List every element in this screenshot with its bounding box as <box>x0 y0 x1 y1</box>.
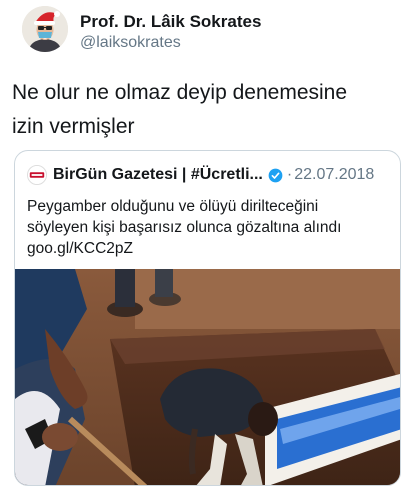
quoted-tweet-text: Peygamber olduğunu ve ölüyü dirilteceğin… <box>27 196 392 259</box>
verified-badge-icon <box>268 168 283 183</box>
tweet-text: Ne olur ne olmaz deyip denemesine izin v… <box>12 76 407 144</box>
quoted-link[interactable]: goo.gl/KCC2pZ <box>27 238 392 259</box>
quoted-tweet-card[interactable]: BirGün Gazetesi | #Ücretli... · 22.07.20… <box>14 150 401 486</box>
quoted-text-line: Peygamber olduğunu ve ölüyü dirilteceğin… <box>27 198 319 215</box>
quoted-date[interactable]: 22.07.2018 <box>294 166 374 184</box>
grave-scene-image <box>15 269 400 485</box>
quoted-media-image[interactable] <box>15 269 400 485</box>
santa-hat-avatar-icon <box>22 6 68 52</box>
quoted-source-name[interactable]: BirGün Gazetesi | #Ücretli... <box>53 166 263 184</box>
author-display-name[interactable]: Prof. Dr. Lâik Sokrates <box>80 12 261 32</box>
author-handle[interactable]: @laiksokrates <box>80 34 181 52</box>
quoted-text-line: söyleyen kişi başarısız olunca gözaltına… <box>27 219 342 236</box>
tweet-text-line: izin vermişler <box>12 115 135 138</box>
author-avatar[interactable] <box>22 6 68 52</box>
separator-dot: · <box>286 166 293 183</box>
birgun-logo-icon[interactable] <box>27 165 47 185</box>
quoted-tweet-header: BirGün Gazetesi | #Ücretli... · 22.07.20… <box>27 163 392 187</box>
tweet: Prof. Dr. Lâik Sokrates @laiksokrates Ne… <box>0 0 415 494</box>
tweet-text-line: Ne olur ne olmaz deyip denemesine <box>12 81 348 104</box>
